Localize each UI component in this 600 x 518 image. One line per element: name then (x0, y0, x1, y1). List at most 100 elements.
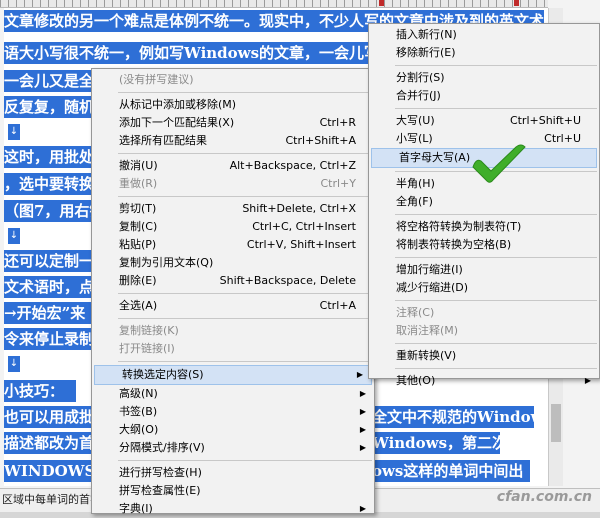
context-menu-item[interactable]: 复制(C) Ctrl+C, Ctrl+Insert (92, 218, 374, 236)
submenu-item[interactable]: 移除新行(E) (369, 44, 599, 62)
submenu-item[interactable]: 插入新行(N) (369, 26, 599, 44)
doc-line[interactable]: 还可以定制一 (4, 250, 94, 272)
context-menu-item[interactable]: 进行拼写检查(H) (92, 464, 374, 482)
context-menu-item[interactable]: 剪切(T) Shift+Delete, Ctrl+X (92, 200, 374, 218)
ruler-tab-marker[interactable] (514, 0, 519, 6)
doc-line[interactable]: 描述都改为首 (4, 432, 94, 454)
context-menu-item[interactable]: 选择所有匹配结果 Ctrl+Shift+A (92, 132, 374, 150)
menu-separator (395, 300, 597, 301)
menu-item-label: 粘贴(P) (119, 238, 157, 251)
menu-item-label: (没有拼写建议) (119, 73, 194, 86)
menu-item-shortcut: Ctrl+U (544, 132, 581, 145)
menu-item-shortcut: Shift+Backspace, Delete (219, 274, 356, 287)
context-menu-item[interactable]: 添加下一个匹配结果(X) Ctrl+R (92, 114, 374, 132)
doc-line[interactable]: 令来停止录制 (4, 328, 94, 350)
menu-item-shortcut: Ctrl+C, Ctrl+Insert (252, 220, 356, 233)
menu-item-label: 合并行(J) (396, 89, 441, 102)
menu-item-label: 进行拼写检查(H) (119, 466, 202, 479)
menu-separator (118, 318, 372, 319)
menu-item-shortcut: Ctrl+Shift+U (509, 114, 581, 127)
context-menu-item: 复制链接(K) (92, 322, 374, 340)
context-menu-item[interactable]: 撤消(U) Alt+Backspace, Ctrl+Z (92, 157, 374, 175)
submenu-item[interactable]: 重新转换(V) (369, 347, 599, 365)
menu-item-shortcut: Ctrl+R (319, 116, 356, 129)
doc-line[interactable]: ，选中要转换 (4, 173, 94, 195)
doc-line[interactable]: 也可以用成批 (4, 406, 94, 428)
menu-item-label: 剪切(T) (119, 202, 157, 215)
context-menu-item[interactable]: 转换选定内容(S) ▶ (94, 365, 372, 385)
doc-line[interactable]: 文术语时，点 (4, 276, 94, 298)
menu-separator (395, 214, 597, 215)
doc-line[interactable]: 反复复，随机 (4, 96, 104, 118)
menu-item-label: 减少行缩进(D) (396, 281, 469, 294)
context-menu-item[interactable]: 书签(B) ▶ (92, 403, 374, 421)
paragraph-mark: ↓ (8, 356, 20, 372)
menu-item-shortcut: Ctrl+A (319, 299, 356, 312)
menu-separator (395, 257, 597, 258)
context-menu-item[interactable]: 字典(I) ▶ (92, 500, 374, 518)
context-menu-item[interactable]: 分隔模式/排序(V) ▶ (92, 439, 374, 457)
chevron-right-icon: ▶ (359, 407, 366, 416)
context-menu-item[interactable]: 删除(E) Shift+Backspace, Delete (92, 272, 374, 290)
submenu-item[interactable]: 其他(O) ▶ (369, 372, 599, 390)
doc-line[interactable]: WINDOWS等 (4, 460, 94, 482)
menu-separator (395, 108, 597, 109)
doc-line-right[interactable]: ows这样的单词中间出 (372, 460, 530, 482)
menu-item-label: 拼写检查属性(E) (119, 484, 201, 497)
submenu-item[interactable]: 大写(U) Ctrl+Shift+U (369, 112, 599, 130)
submenu-item[interactable]: 全角(F) (369, 193, 599, 211)
menu-item-label: 删除(E) (119, 274, 157, 287)
doc-line[interactable]: （图7，用右键 (4, 200, 94, 222)
menu-item-label: 重新转换(V) (396, 349, 457, 362)
context-menu-item[interactable]: 大纲(O) ▶ (92, 421, 374, 439)
menu-item-label: 添加下一个匹配结果(X) (119, 116, 235, 129)
submenu-item[interactable]: 将空格符转换为制表符(T) (369, 218, 599, 236)
doc-line-right[interactable]: 全文中不规范的Windows (372, 406, 534, 428)
submenu-item[interactable]: 分割行(S) (369, 69, 599, 87)
doc-line-right[interactable]: Windows，第二次将 (372, 432, 500, 454)
menu-item-label: 增加行缩进(I) (396, 263, 463, 276)
menu-item-label: 复制为引用文本(Q) (119, 256, 214, 269)
context-menu-item: (没有拼写建议) (92, 71, 374, 89)
context-menu-item[interactable]: 复制为引用文本(Q) (92, 254, 374, 272)
menu-item-label: 移除新行(E) (396, 46, 456, 59)
scrollbar-thumb[interactable] (551, 404, 561, 442)
context-menu-item[interactable]: 高级(N) ▶ (92, 385, 374, 403)
menu-item-label: 从标记中添加或移除(M) (119, 98, 237, 111)
submenu-item: 取消注释(M) (369, 322, 599, 340)
submenu-item[interactable]: 合并行(J) (369, 87, 599, 105)
doc-line[interactable]: 语大小写很不统一，例如写Windows的文章，一会儿写为 (4, 42, 382, 64)
menu-item-label: 大纲(O) (119, 423, 159, 436)
menu-item-label: 全角(F) (396, 195, 433, 208)
status-text: 区域中每单词的首字 (2, 493, 101, 506)
context-menu-item[interactable]: 拼写检查属性(E) (92, 482, 374, 500)
menu-item-label: 分割行(S) (396, 71, 445, 84)
menu-item-label: 高级(N) (119, 387, 158, 400)
doc-line[interactable]: 小技巧： (4, 380, 76, 402)
context-menu-item[interactable]: 从标记中添加或移除(M) (92, 96, 374, 114)
menu-separator (118, 92, 372, 93)
paragraph-mark: ↓ (8, 124, 20, 140)
submenu-item[interactable]: 减少行缩进(D) (369, 279, 599, 297)
context-menu-item[interactable]: 全选(A) Ctrl+A (92, 297, 374, 315)
context-menu-item: 重做(R) Ctrl+Y (92, 175, 374, 193)
ruler[interactable] (0, 0, 548, 8)
menu-item-label: 分隔模式/排序(V) (119, 441, 205, 454)
menu-item-label: 转换选定内容(S) (122, 368, 204, 381)
submenu-item[interactable]: 增加行缩进(I) (369, 261, 599, 279)
context-menu-item[interactable]: 粘贴(P) Ctrl+V, Shift+Insert (92, 236, 374, 254)
context-menu-item: 打开链接(I) (92, 340, 374, 358)
context-menu: (没有拼写建议) 从标记中添加或移除(M) 添加下一个匹配结果(X) Ctrl+R 选择… (91, 68, 375, 515)
doc-line[interactable]: →开始宏”来 (4, 302, 94, 324)
menu-item-label: 小写(L) (396, 132, 433, 145)
doc-line[interactable]: 这时，用批处 (4, 146, 94, 168)
menu-separator (118, 153, 372, 154)
watermark-text: cfan.com.cn (496, 489, 592, 505)
menu-separator (395, 65, 597, 66)
ruler-indent-marker[interactable] (379, 0, 384, 6)
chevron-right-icon: ▶ (359, 504, 366, 513)
submenu-item: 注释(C) (369, 304, 599, 322)
submenu-item[interactable]: 将制表符转换为空格(B) (369, 236, 599, 254)
menu-item-label: 注释(C) (396, 306, 435, 319)
menu-item-label: 取消注释(M) (396, 324, 459, 337)
